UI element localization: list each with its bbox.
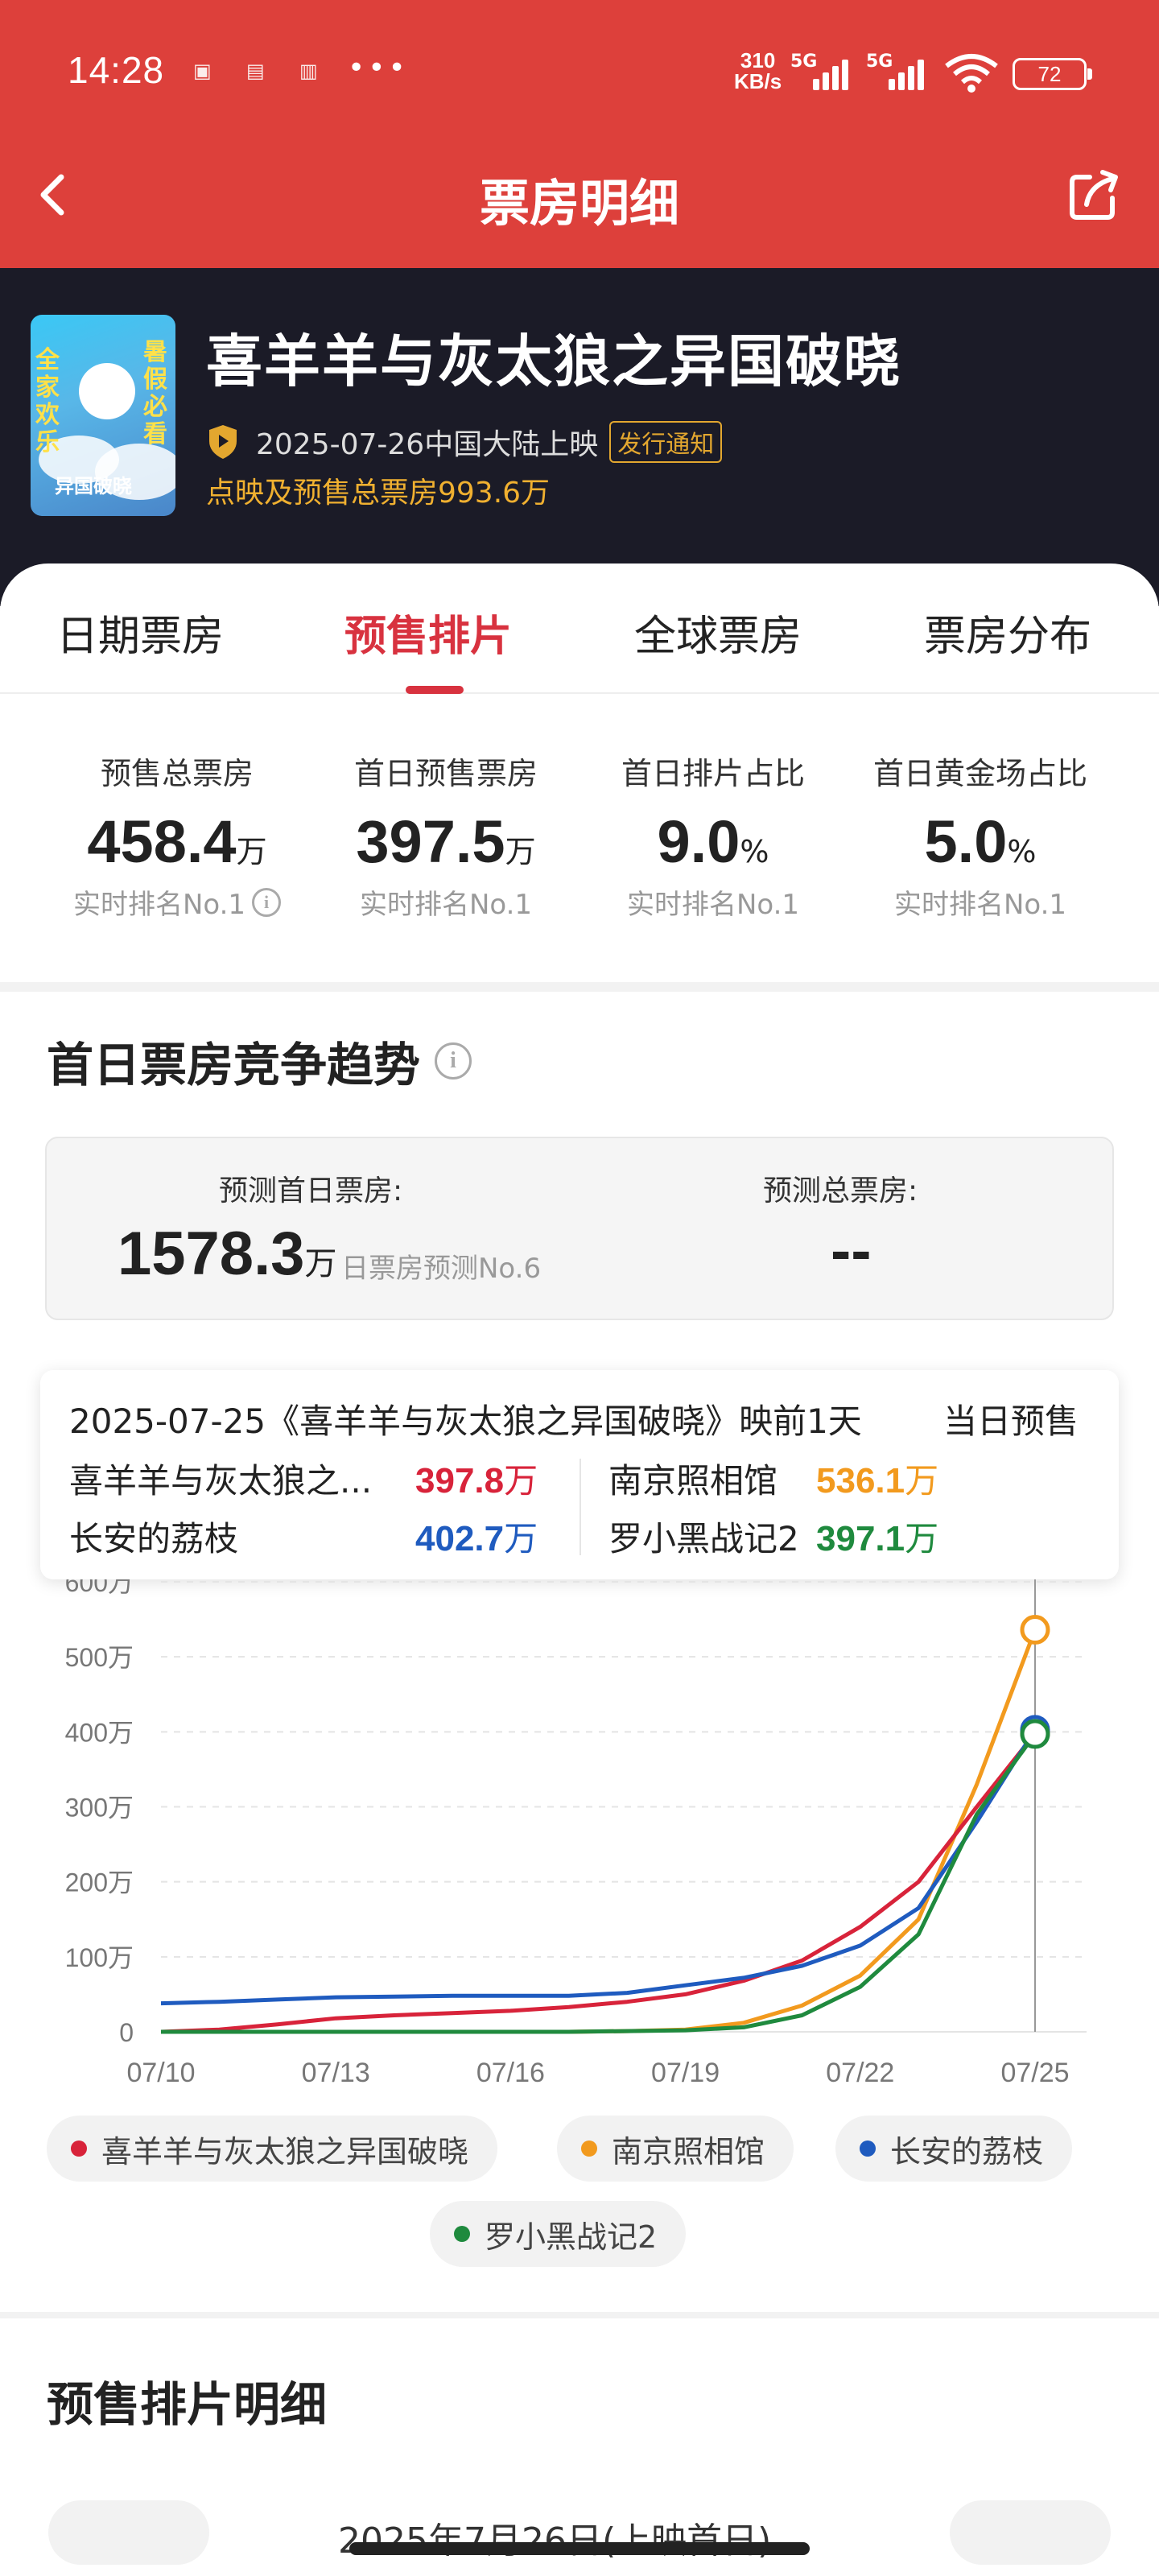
tooltip-header: 2025-07-25《喜羊羊与灰太狼之异国破晓》映前1天 当日预售 — [69, 1402, 1079, 1441]
tooltip-series-name: 南京照相馆 — [608, 1461, 778, 1501]
signal-icon: 5G — [790, 52, 848, 90]
notice-badge[interactable]: 发行通知 — [609, 421, 723, 463]
trend-section: 首日票房竞争趋势 i 预测首日票房: 1578.3万 日票房预测No.6 预测总… — [0, 992, 1159, 2312]
tooltip-series-name: 喜羊羊与灰太狼之... — [69, 1461, 373, 1501]
shield-icon — [209, 425, 237, 459]
signal-icon: 5G — [866, 52, 924, 90]
highlight-point — [1020, 1719, 1050, 1749]
presale-detail-section: 预售排片明细 2025年7月26日(上映首日) — [0, 2318, 1159, 2576]
network-speed: 310 KB/s — [734, 48, 782, 93]
legend-item[interactable]: 喜羊羊与灰太狼之异国破晓 — [47, 2116, 498, 2182]
tab-global-box-office[interactable]: 全球票房 — [634, 602, 802, 663]
trend-title: 首日票房竞争趋势 i — [47, 1027, 472, 1095]
poster-logo: 异国破晓 — [55, 475, 132, 497]
notification-icon: ▣ — [193, 60, 212, 82]
series-line — [161, 1629, 1037, 2034]
notification-icon: ▥ — [299, 60, 318, 82]
y-tick-label: 400万 — [65, 1718, 134, 1747]
release-info: 2025-07-26中国大陆上映 发行通知 — [206, 421, 723, 463]
predict-total-value: -- — [831, 1216, 872, 1285]
detail-title: 预售排片明细 — [47, 2377, 328, 2432]
tooltip-series-value: 402.7万 — [415, 1519, 538, 1558]
summary-card: 日期票房 预售排片 全球票房 票房分布 预售总票房 458.4万 实时排名No.… — [0, 564, 1159, 982]
x-tick-label: 07/16 — [476, 2058, 545, 2088]
stat-first-day-golden-ratio: 首日黄金场占比 5.0% 实时排名No.1 — [872, 756, 1087, 921]
x-tick-label: 07/22 — [826, 2058, 894, 2088]
info-icon[interactable]: i — [252, 887, 282, 917]
prev-date-button[interactable] — [48, 2500, 209, 2565]
y-tick-label: 500万 — [65, 1643, 134, 1672]
tab-daily-box-office[interactable]: 日期票房 — [56, 602, 224, 663]
tooltip-series-value: 397.1万 — [816, 1519, 939, 1558]
series-line — [160, 1728, 1037, 2006]
predict-first-day-value: 1578.3万 — [118, 1220, 337, 1288]
tab-underline — [406, 686, 464, 694]
stat-first-day-schedule-ratio: 首日排片占比 9.0% 实时排名No.1 — [621, 756, 805, 921]
next-date-button[interactable] — [950, 2500, 1111, 2565]
y-tick-label: 300万 — [65, 1794, 134, 1823]
stat-first-day-presale: 首日预售票房 397.5万 实时排名No.1 — [353, 756, 538, 921]
status-time: 14:28 — [68, 49, 165, 91]
legend-item[interactable]: 罗小黑战记2 — [430, 2201, 687, 2267]
chart-tooltip: 2025-07-25《喜羊羊与灰太狼之异国破晓》映前1天 当日预售 喜羊羊与灰太… — [40, 1370, 1119, 1579]
home-indicator[interactable] — [349, 2542, 810, 2555]
stat-presale-total: 预售总票房 458.4万 实时排名No.1 i — [40, 749, 314, 922]
y-tick-label: 0 — [119, 2018, 134, 2047]
release-date: 2025-07-26中国大陆上映 — [256, 428, 599, 461]
x-tick-label: 07/25 — [1000, 2058, 1069, 2088]
detail-date[interactable]: 2025年7月26日(上映首日) — [338, 2512, 771, 2563]
nav-bar: 票房明细 — [0, 145, 1159, 268]
x-tick-label: 07/13 — [302, 2058, 370, 2088]
wifi-icon — [945, 54, 998, 93]
legend-item[interactable]: 长安的荔枝 — [835, 2116, 1073, 2182]
tab-box-office-distribution[interactable]: 票房分布 — [924, 602, 1091, 663]
battery-icon: 72 — [1013, 58, 1092, 90]
x-tick-label: 07/19 — [651, 2058, 720, 2088]
tooltip-series-name: 长安的荔枝 — [69, 1519, 239, 1558]
y-tick-label: 100万 — [65, 1943, 134, 1972]
prediction-box: 预测首日票房: 1578.3万 日票房预测No.6 预测总票房: -- — [45, 1137, 1114, 1320]
page-title: 票房明细 — [479, 174, 679, 233]
tab-presale-schedule[interactable]: 预售排片 — [344, 602, 512, 663]
y-tick-label: 600万 — [65, 1579, 134, 1597]
top-bar: 14:28 ▣ ▤ ▥ ••• 310 KB/s 5G 5G 72 票房明细 — [0, 0, 1159, 268]
trend-line-chart[interactable]: 0 100万 200万 300万 400万 500万 600万 07/10 07/13 07/16… — [0, 1579, 1159, 2304]
status-bar: 14:28 ▣ ▤ ▥ ••• 310 KB/s 5G 5G 72 — [0, 0, 1159, 145]
predict-total-label: 预测总票房: — [763, 1174, 918, 1208]
series-line — [160, 1732, 1037, 2034]
predict-first-day-label: 预测首日票房: — [219, 1174, 403, 1208]
stats-row: 预售总票房 458.4万 实时排名No.1 i 首日预售票房 397.5万 实时排… — [0, 749, 1159, 950]
tooltip-series-value: 536.1万 — [816, 1461, 939, 1501]
notification-icon: ▤ — [246, 60, 265, 82]
x-tick-label: 07/10 — [126, 2058, 195, 2088]
tooltip-series-name: 罗小黑战记2 — [608, 1519, 799, 1558]
movie-header: 全家欢乐 暑假必看 异国破晓 喜羊羊与灰太狼之异国破晓 2025-07-26中国… — [0, 268, 1159, 606]
y-tick-label: 200万 — [65, 1868, 134, 1897]
predict-first-day-rank: 日票房预测No.6 — [341, 1253, 542, 1285]
legend-item[interactable]: 南京照相馆 — [557, 2116, 794, 2182]
movie-poster[interactable]: 全家欢乐 暑假必看 异国破晓 — [31, 315, 175, 516]
more-notifications-icon: ••• — [348, 52, 409, 85]
tab-bar: 日期票房 预售排片 全球票房 票房分布 — [0, 564, 1159, 694]
info-icon[interactable]: i — [435, 1042, 472, 1080]
share-icon[interactable] — [1062, 163, 1127, 227]
highlight-point — [1020, 1615, 1050, 1645]
tooltip-series-value: 397.8万 — [415, 1461, 538, 1501]
presale-total: 点映及预售总票房993.6万 — [206, 477, 551, 510]
series-line — [161, 1732, 1037, 2034]
movie-title: 喜羊羊与灰太狼之异国破晓 — [206, 328, 901, 394]
